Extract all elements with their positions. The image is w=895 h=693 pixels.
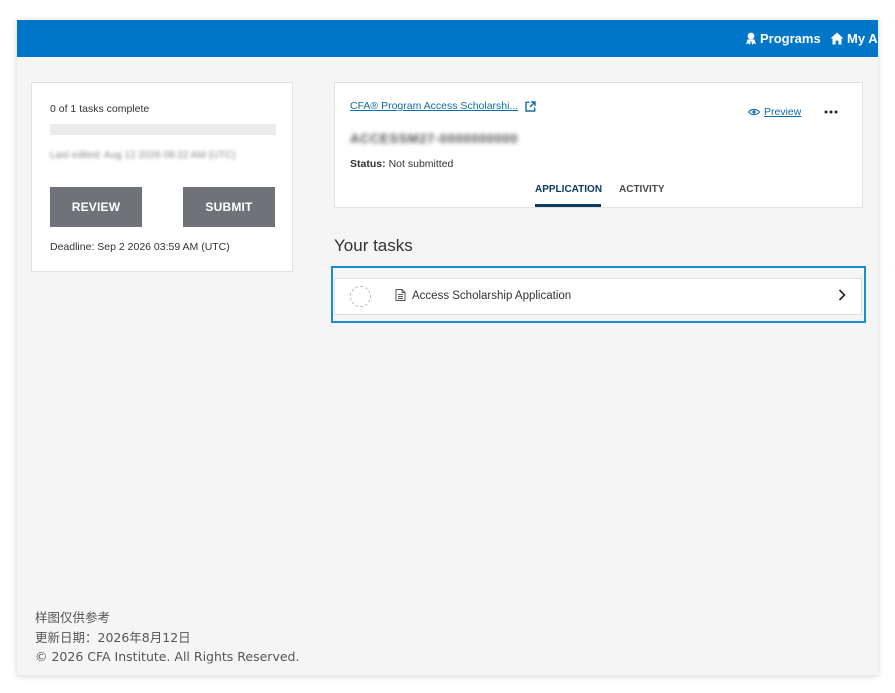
- application-card: CFA® Program Access Scholarshi... Previe…: [334, 82, 863, 208]
- status-label: Status:: [350, 158, 386, 170]
- eye-icon: [748, 108, 760, 116]
- program-link-label: CFA® Program Access Scholarshi...: [350, 100, 519, 112]
- review-button[interactable]: REVIEW: [50, 187, 142, 227]
- program-link[interactable]: CFA® Program Access Scholarshi...: [350, 99, 536, 113]
- task-item[interactable]: Access Scholarship Application: [334, 278, 862, 315]
- tab-application[interactable]: APPLICATION: [535, 183, 602, 197]
- external-link-icon: [525, 100, 536, 112]
- active-tab-indicator: [535, 204, 601, 207]
- chevron-right-icon: [838, 289, 846, 301]
- footer-copyright: © 2026 CFA Institute. All Rights Reserve…: [35, 649, 300, 664]
- preview-label: Preview: [764, 106, 802, 118]
- last-edited-text: Last edited: Aug 12 2026 08:22 AM (UTC): [50, 150, 236, 161]
- deadline-text: Deadline: Sep 2 2026 03:59 AM (UTC): [50, 241, 230, 253]
- nav-my-applications[interactable]: My Ap: [830, 20, 878, 57]
- document-icon: [395, 289, 406, 301]
- task-status-circle: [350, 286, 371, 307]
- nav-my-applications-label: My Ap: [847, 31, 878, 46]
- app-window: Programs My Ap 0 of 1 tasks complete Las…: [17, 20, 878, 675]
- footer: 样图仅供参考 更新日期：2026年8月12日 © 2026 CFA Instit…: [35, 608, 299, 667]
- submit-button[interactable]: SUBMIT: [183, 187, 275, 227]
- summary-card: 0 of 1 tasks complete Last edited: Aug 1…: [31, 82, 293, 272]
- footer-update-date: 更新日期：2026年8月12日: [35, 629, 191, 645]
- application-id: ACCESSM27-0000000000: [350, 131, 519, 146]
- more-options-icon: [824, 110, 838, 114]
- tasks-heading: Your tasks: [334, 236, 413, 255]
- top-header: Programs My Ap: [17, 20, 878, 57]
- progress-text: 0 of 1 tasks complete: [50, 103, 150, 115]
- footer-sample-note: 样图仅供参考: [35, 610, 111, 625]
- task-label: Access Scholarship Application: [412, 290, 572, 302]
- nav-programs-label: Programs: [760, 31, 821, 46]
- home-icon: [830, 32, 844, 45]
- nav-programs[interactable]: Programs: [745, 20, 821, 57]
- preview-link[interactable]: Preview: [748, 105, 801, 119]
- award-user-icon: [745, 32, 757, 45]
- status-line: Status: Not submitted: [350, 157, 453, 171]
- progress-bar: [50, 124, 276, 135]
- more-options-button[interactable]: [822, 107, 840, 117]
- tab-activity[interactable]: ACTIVITY: [619, 183, 665, 197]
- status-value: Not submitted: [388, 158, 454, 170]
